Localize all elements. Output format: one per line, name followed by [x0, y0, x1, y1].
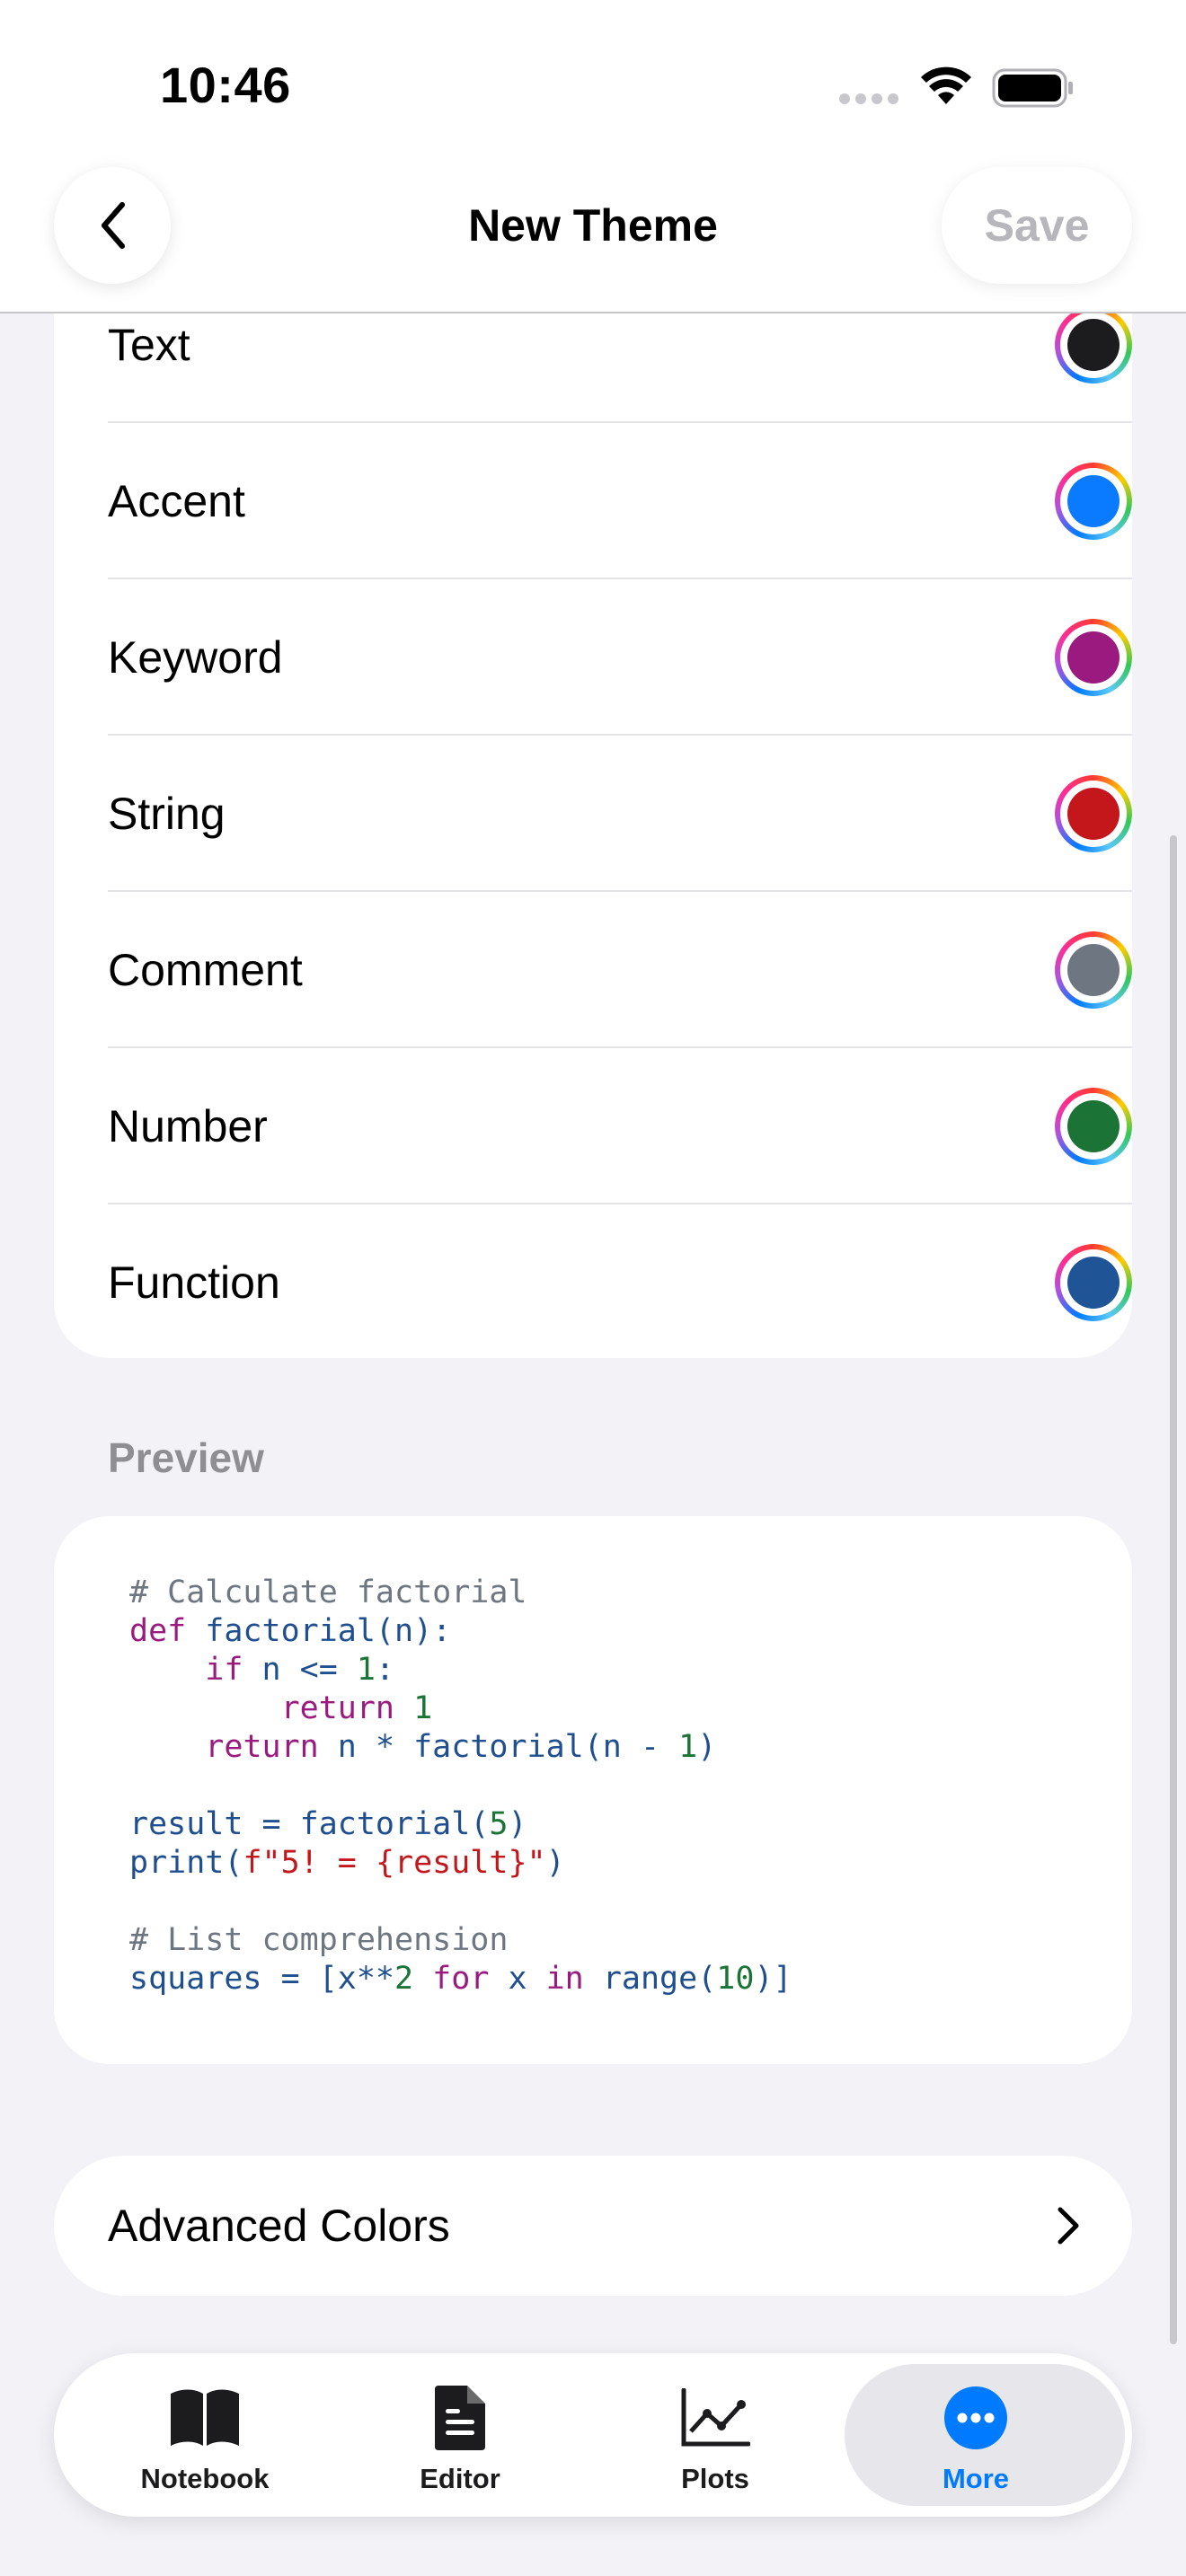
code-line: return 1 — [129, 1689, 792, 1728]
code-line: def factorial(n): — [129, 1612, 792, 1651]
code-token-number: 5 — [489, 1806, 509, 1842]
color-row-label: Keyword — [108, 632, 283, 683]
code-token-comment: # List comprehension — [129, 1922, 509, 1958]
color-swatch — [1067, 788, 1120, 840]
code-token-keyword: return — [205, 1729, 319, 1765]
advanced-colors-label: Advanced Colors — [108, 2201, 450, 2251]
code-token-keyword: def — [129, 1613, 187, 1649]
color-swatch — [1067, 319, 1120, 371]
color-row-comment[interactable]: Comment — [108, 892, 1132, 1048]
code-token-plain: x — [489, 1961, 546, 1997]
advanced-colors-row[interactable]: Advanced Colors — [54, 2156, 1132, 2296]
code-token-number: 1 — [413, 1690, 433, 1726]
color-row-label: String — [108, 789, 226, 839]
color-picker-well[interactable] — [1055, 931, 1132, 1009]
code-token-number: 2 — [394, 1961, 414, 1997]
tab-editor[interactable]: Editor — [336, 2353, 584, 2517]
code-token-plain: n * factorial(n - — [318, 1729, 679, 1765]
tab-label: More — [942, 2463, 1010, 2494]
code-preview-card: # Calculate factorial def factorial(n): i… — [54, 1516, 1132, 2064]
tab-label: Editor — [420, 2463, 500, 2494]
cellular-signal-icon — [839, 93, 898, 104]
code-token-plain: )] — [754, 1961, 792, 1997]
color-row-number[interactable]: Number — [108, 1048, 1132, 1204]
color-row-keyword[interactable]: Keyword — [108, 579, 1132, 736]
color-row-label: Text — [108, 320, 190, 370]
code-token-keyword: return — [280, 1690, 395, 1726]
theme-colors-list: Text Accent Keyword String Comment Number Func… — [54, 269, 1132, 1358]
code-line: # Calculate factorial — [129, 1574, 792, 1612]
code-token-plain: range( — [583, 1961, 717, 1997]
tab-more[interactable]: More — [845, 2353, 1125, 2517]
code-token-number: 10 — [716, 1961, 755, 1997]
code-line: squares = [x**2 for x in range(10)] — [129, 1960, 792, 1998]
code-token-plain: squares = [x** — [129, 1961, 395, 1997]
chevron-right-icon — [1058, 2207, 1079, 2245]
color-row-label: Accent — [108, 476, 245, 526]
code-token-number: 1 — [678, 1729, 698, 1765]
tab-notebook[interactable]: Notebook — [81, 2353, 329, 2517]
preview-section-header: Preview — [108, 1434, 264, 1481]
code-line: if n <= 1: — [129, 1651, 792, 1689]
code-token-plain: print( — [129, 1845, 243, 1881]
more-icon — [938, 2384, 1013, 2452]
color-row-function[interactable]: Function — [108, 1204, 1132, 1358]
document-icon — [422, 2384, 498, 2452]
code-line: result = factorial(5) — [129, 1805, 792, 1844]
color-swatch — [1067, 1257, 1120, 1309]
color-picker-well[interactable] — [1055, 1088, 1132, 1165]
color-swatch — [1067, 944, 1120, 996]
code-token-keyword: if — [205, 1652, 243, 1688]
save-button[interactable]: Save — [942, 167, 1132, 284]
color-picker-well[interactable] — [1055, 1244, 1132, 1321]
tab-label: Notebook — [140, 2463, 270, 2494]
color-swatch — [1067, 631, 1120, 684]
code-token-plain: ) — [545, 1845, 565, 1881]
battery-icon — [992, 68, 1073, 108]
tab-bar: Notebook Editor Plots More — [54, 2353, 1132, 2517]
scroll-indicator[interactable] — [1170, 835, 1177, 2344]
color-picker-well[interactable] — [1055, 306, 1132, 384]
chart-icon — [677, 2384, 753, 2452]
color-swatch — [1067, 475, 1120, 527]
navigation-bar: New Theme Save — [0, 135, 1186, 313]
code-token-plain: n <= — [243, 1652, 357, 1688]
code-token-plain: result = factorial( — [129, 1806, 490, 1842]
code-line: # List comprehension — [129, 1921, 792, 1960]
code-line: return n * factorial(n - 1) — [129, 1728, 792, 1767]
code-token-plain: ) — [508, 1806, 527, 1842]
code-token-string: f"5! = {result}" — [243, 1845, 546, 1881]
tab-plots[interactable]: Plots — [591, 2353, 839, 2517]
code-token-number: 1 — [356, 1652, 376, 1688]
code-token-plain: : — [375, 1652, 395, 1688]
tab-label: Plots — [681, 2463, 749, 2494]
color-row-label: Number — [108, 1101, 268, 1151]
code-line: print(f"5! = {result}") — [129, 1844, 792, 1883]
book-icon — [167, 2384, 243, 2452]
color-swatch — [1067, 1100, 1120, 1152]
color-picker-well[interactable] — [1055, 619, 1132, 696]
code-token-keyword: in — [545, 1961, 584, 1997]
status-time: 10:46 — [160, 57, 291, 113]
color-row-accent[interactable]: Accent — [108, 423, 1132, 579]
code-token-comment: # Calculate factorial — [129, 1575, 527, 1610]
color-picker-well[interactable] — [1055, 775, 1132, 852]
color-picker-well[interactable] — [1055, 463, 1132, 540]
color-row-string[interactable]: String — [108, 736, 1132, 892]
color-row-label: Comment — [108, 945, 303, 995]
code-token-keyword: for — [432, 1961, 490, 1997]
code-token-plain: factorial(n): — [186, 1613, 452, 1649]
code-preview: # Calculate factorial def factorial(n): i… — [129, 1574, 792, 1998]
wifi-icon — [921, 66, 971, 104]
code-token-plain: ) — [697, 1729, 717, 1765]
color-row-label: Function — [108, 1257, 280, 1308]
